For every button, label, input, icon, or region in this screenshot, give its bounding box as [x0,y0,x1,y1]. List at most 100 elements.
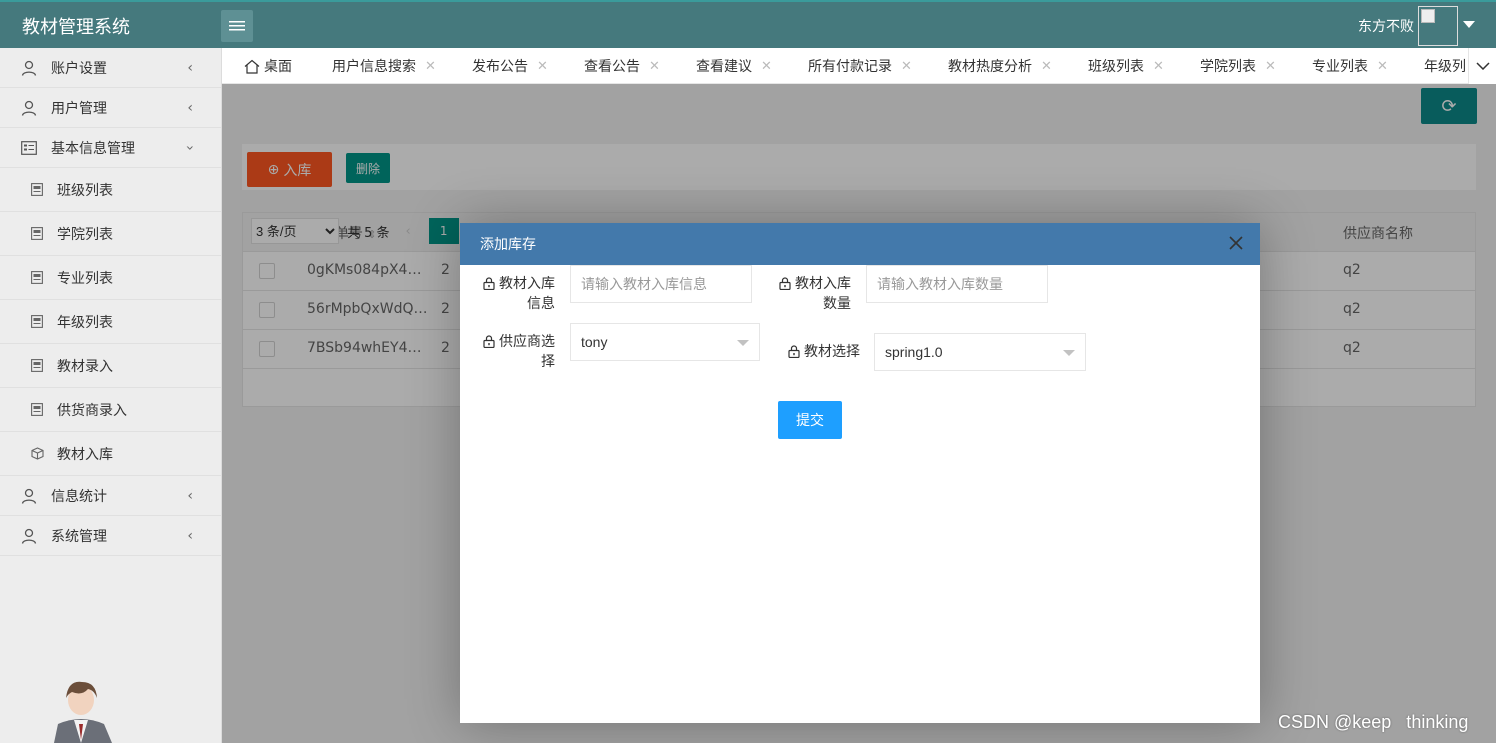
sidebar-subitem-label: 专业列表 [57,270,113,287]
sidebar-item-basic-info[interactable]: 基本信息管理 ‹ [0,128,221,168]
close-icon[interactable] [1228,235,1244,251]
sidebar-subitem-label: 年级列表 [57,314,113,331]
submit-button[interactable]: 提交 [778,401,842,439]
tab-label: 教材热度分析 [948,59,1032,75]
sidebar-item-statistics[interactable]: 信息统计 ‹ [0,476,221,516]
supplier-select[interactable]: tony [570,323,760,361]
sidebar-subitem-major-list[interactable]: 专业列表 [0,256,221,300]
close-icon[interactable]: ✕ [1265,59,1276,74]
sidebar-item-label: 基本信息管理 [51,140,135,157]
sidebar-subitem-class-list[interactable]: 班级列表 [0,168,221,212]
chevron-left-icon: ‹ [187,100,193,116]
file-icon [30,271,44,285]
file-icon [30,359,44,373]
close-icon[interactable]: ✕ [1153,59,1164,74]
stock-quantity-input[interactable]: 请输入教材入库数量 [866,265,1048,303]
dropdown-arrow-icon [737,340,749,346]
sidebar-item-label: 账户设置 [51,60,107,77]
sidebar-item-label: 系统管理 [51,528,107,545]
dropdown-arrow-icon [1063,350,1075,356]
sidebar-subitem-supplier-entry[interactable]: 供货商录入 [0,388,221,432]
chevron-down-icon [1475,62,1490,70]
dialog-header: 添加库存 [460,223,1260,265]
tab-label: 学院列表 [1200,59,1256,75]
sidebar-item-label: 信息统计 [51,488,107,505]
table-icon [20,139,38,157]
sidebar-subitem-label: 学院列表 [57,226,113,243]
tab-user-search[interactable]: 用户信息搜索 ✕ [332,48,436,83]
broken-image-icon [1421,9,1435,23]
chevron-left-icon: ‹ [187,528,193,544]
label-line: 信息 [527,296,555,312]
tabs-more-button[interactable] [1468,48,1496,84]
user-icon [20,527,38,545]
sidebar-subitem-book-stock-in[interactable]: 教材入库 [0,432,221,476]
tab-label: 桌面 [264,59,292,75]
tab-view-suggestion[interactable]: 查看建议 ✕ [696,48,772,83]
book-select-label: 教材选择 [780,342,860,362]
tab-desktop[interactable]: 桌面 [244,48,292,83]
stock-info-label: 教材入库 信息 [480,274,555,314]
label-line: 数量 [823,296,851,312]
box-icon [30,447,44,461]
close-icon[interactable]: ✕ [649,59,660,74]
tab-grade-list[interactable]: 年级列 [1424,48,1466,83]
tab-label: 专业列表 [1312,59,1368,75]
dialog-title: 添加库存 [480,237,536,253]
file-icon [30,227,44,241]
add-stock-dialog: 添加库存 教材入库 信息 请输入教材入库信息 教材入库 数量 请输入教材入库数量 供… [460,223,1260,723]
sidebar-subitem-label: 教材录入 [57,358,113,375]
mascot-avatar [54,681,112,743]
watermark-text: CSDN @keep thinking [1278,712,1469,732]
stock-info-input[interactable]: 请输入教材入库信息 [570,265,752,303]
close-icon[interactable]: ✕ [761,59,772,74]
label-line: 择 [541,354,555,370]
label-line: 供应商选 [499,334,555,350]
tab-college-list[interactable]: 学院列表 ✕ [1200,48,1276,83]
user-icon [20,99,38,117]
close-icon[interactable]: ✕ [425,59,436,74]
tab-view-notice[interactable]: 查看公告 ✕ [584,48,660,83]
sidebar-item-account[interactable]: 账户设置 ‹ [0,48,221,88]
tab-book-analysis[interactable]: 教材热度分析 ✕ [948,48,1052,83]
stock-quantity-label: 教材入库 数量 [776,274,851,314]
sidebar-item-system[interactable]: 系统管理 ‹ [0,516,221,556]
book-select[interactable]: spring1.0 [874,333,1086,371]
user-avatar[interactable] [1418,6,1458,46]
menu-toggle-button[interactable] [221,10,253,42]
home-icon [244,59,260,74]
lock-icon [788,345,800,358]
tab-label: 班级列表 [1088,59,1144,75]
tab-label: 发布公告 [472,59,528,75]
lock-icon [779,277,791,290]
sidebar-subitem-college-list[interactable]: 学院列表 [0,212,221,256]
chevron-left-icon: ‹ [187,60,193,76]
sidebar-item-label: 用户管理 [51,100,107,117]
close-icon[interactable]: ✕ [901,59,912,74]
menu-icon [229,21,245,31]
tab-payments[interactable]: 所有付款记录 ✕ [808,48,912,83]
close-icon[interactable]: ✕ [1377,59,1388,74]
supplier-select-label: 供应商选择 [480,332,555,372]
tab-class-list[interactable]: 班级列表 ✕ [1088,48,1164,83]
chevron-down-icon: ‹ [182,145,199,151]
close-icon[interactable]: ✕ [1041,59,1052,74]
file-icon [30,183,44,197]
sidebar-subitem-label: 供货商录入 [57,402,127,419]
chevron-left-icon: ‹ [187,488,193,504]
tab-label: 所有付款记录 [808,59,892,75]
tab-label: 年级列 [1424,59,1466,75]
close-icon[interactable]: ✕ [537,59,548,74]
tab-label: 查看公告 [584,59,640,75]
label-line: 教材选择 [804,344,860,360]
user-name[interactable]: 东方不败 [1358,16,1414,36]
sidebar-subitem-grade-list[interactable]: 年级列表 [0,300,221,344]
user-icon [20,59,38,77]
tab-major-list[interactable]: 专业列表 ✕ [1312,48,1388,83]
lock-icon [483,335,495,348]
sidebar-subitem-book-entry[interactable]: 教材录入 [0,344,221,388]
user-menu-caret-icon[interactable] [1463,21,1475,28]
tab-publish-notice[interactable]: 发布公告 ✕ [472,48,548,83]
file-icon [30,315,44,329]
sidebar-item-users[interactable]: 用户管理 ‹ [0,88,221,128]
